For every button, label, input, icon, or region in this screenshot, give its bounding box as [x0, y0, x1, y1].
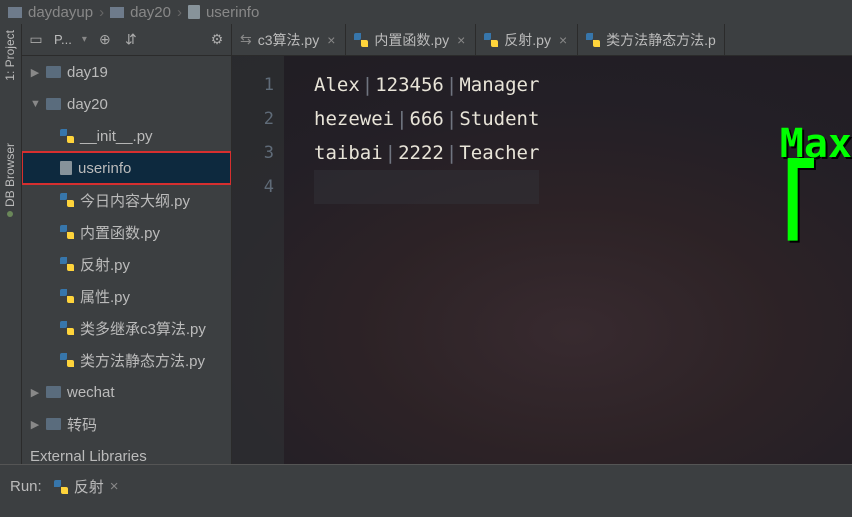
breadcrumb-folder[interactable]: day20 — [130, 4, 171, 21]
tree-folder-trans[interactable]: ▶ 转码 — [22, 408, 231, 440]
project-dropdown[interactable]: P... — [54, 32, 72, 47]
python-icon — [586, 33, 600, 47]
project-toolbar: ▭ P... ▾ ⊕ ⇵ ⚙ — [22, 24, 231, 56]
editor-tab[interactable]: 反射.py × — [476, 24, 578, 56]
tree-label: wechat — [67, 384, 115, 401]
tree-file-userinfo[interactable]: userinfo — [22, 152, 231, 184]
breadcrumb: daydayup › day20 › userinfo — [0, 0, 852, 24]
python-icon — [54, 480, 68, 494]
tree-file-outline[interactable]: 今日内容大纲.py — [22, 184, 231, 216]
folder-icon — [110, 7, 124, 18]
tab-label: 类方法静态方法.p — [606, 30, 716, 50]
watermark: Max ⎡ — [780, 124, 852, 234]
tree-label: 类方法静态方法.py — [80, 350, 205, 371]
chevron-right-icon: ▶ — [30, 418, 40, 431]
project-tool-tab[interactable]: 1: Project — [0, 24, 20, 87]
tree-folder-day19[interactable]: ▶ day19 — [22, 56, 231, 88]
python-icon — [484, 33, 498, 47]
tree-label: day19 — [67, 64, 108, 81]
db-icon — [7, 211, 13, 217]
tool-window-tabs: 1: Project DB Browser — [0, 24, 22, 464]
breadcrumb-file[interactable]: userinfo — [206, 4, 259, 21]
folder-icon — [46, 66, 61, 78]
python-icon — [60, 257, 74, 271]
close-icon[interactable]: × — [455, 32, 467, 48]
python-icon — [60, 321, 74, 335]
locate-icon[interactable]: ⊕ — [97, 32, 113, 48]
line-number: 3 — [232, 136, 274, 170]
python-icon — [60, 353, 74, 367]
python-icon — [60, 193, 74, 207]
tree-label: 反射.py — [80, 254, 130, 275]
window-icon[interactable]: ▭ — [28, 32, 44, 48]
dropdown-icon[interactable]: ▾ — [82, 34, 87, 45]
run-label: Run: — [10, 478, 42, 495]
tab-label: 内置函数.py — [374, 30, 449, 50]
chevron-right-icon: ▶ — [30, 66, 40, 79]
run-tab[interactable]: 反射 × — [54, 476, 119, 497]
collapse-icon[interactable]: ⇵ — [123, 32, 139, 48]
tree-label: 转码 — [67, 414, 97, 435]
close-icon[interactable]: × — [325, 32, 337, 48]
chevron-down-icon: ▼ — [30, 98, 40, 110]
file-icon — [60, 161, 72, 175]
tree-label: 类多继承c3算法.py — [80, 318, 206, 339]
tree-label: 今日内容大纲.py — [80, 190, 190, 211]
folder-icon — [46, 418, 61, 430]
tree-folder-wechat[interactable]: ▶ wechat — [22, 376, 231, 408]
close-icon[interactable]: × — [110, 478, 119, 495]
project-panel: ▭ P... ▾ ⊕ ⇵ ⚙ ▶ day19 ▼ day20 __init__.… — [22, 24, 232, 464]
editor-tab[interactable]: 内置函数.py × — [346, 24, 476, 56]
editor-body[interactable]: 1 2 3 4 Alex|123456|Manager hezewei|666|… — [232, 56, 852, 464]
tab-label: 反射.py — [504, 30, 551, 50]
editor-content[interactable]: Alex|123456|Manager hezewei|666|Student … — [284, 56, 539, 464]
run-tab-label: 反射 — [74, 476, 104, 497]
external-libraries[interactable]: External Libraries — [22, 440, 231, 464]
folder-icon — [8, 7, 22, 18]
tab-label: c3算法.py — [258, 30, 319, 50]
tree-file-static[interactable]: 类方法静态方法.py — [22, 344, 231, 376]
tree-file-attr[interactable]: 属性.py — [22, 280, 231, 312]
line-number: 2 — [232, 102, 274, 136]
editor-tabs: ⇆ c3算法.py × 内置函数.py × 反射.py × 类方法静态方法.p — [232, 24, 852, 56]
tree-file-init[interactable]: __init__.py — [22, 120, 231, 152]
close-icon[interactable]: × — [557, 32, 569, 48]
gutter: 1 2 3 4 — [232, 56, 284, 464]
gear-icon[interactable]: ⚙ — [209, 32, 225, 48]
python-icon — [60, 129, 74, 143]
chevron-right-icon: ▶ — [30, 386, 40, 399]
python-icon — [60, 289, 74, 303]
chevron-right-icon: › — [99, 4, 104, 21]
line-number: 4 — [232, 170, 274, 204]
folder-icon — [46, 386, 61, 398]
editor-area: ⇆ c3算法.py × 内置函数.py × 反射.py × 类方法静态方法.p … — [232, 24, 852, 464]
tree-label: 内置函数.py — [80, 222, 160, 243]
project-tree: ▶ day19 ▼ day20 __init__.py userinfo 今日内… — [22, 56, 231, 464]
python-icon — [60, 225, 74, 239]
db-browser-tool-tab[interactable]: DB Browser — [0, 137, 20, 223]
line-number: 1 — [232, 68, 274, 102]
tree-file-reflect[interactable]: 反射.py — [22, 248, 231, 280]
tree-label: day20 — [67, 96, 108, 113]
editor-tab[interactable]: ⇆ c3算法.py × — [232, 24, 346, 56]
breadcrumb-root[interactable]: daydayup — [28, 4, 93, 21]
editor-tab[interactable]: 类方法静态方法.p — [578, 24, 725, 56]
tree-label: userinfo — [78, 160, 131, 177]
tree-label: 属性.py — [80, 286, 130, 307]
tree-file-builtin[interactable]: 内置函数.py — [22, 216, 231, 248]
run-panel: Run: 反射 × — [0, 464, 852, 508]
tree-label: __init__.py — [80, 128, 153, 145]
python-icon — [354, 33, 368, 47]
folder-icon — [46, 98, 61, 110]
tree-file-mro[interactable]: 类多继承c3算法.py — [22, 312, 231, 344]
tree-folder-day20[interactable]: ▼ day20 — [22, 88, 231, 120]
file-icon — [188, 5, 200, 19]
chevron-right-icon: › — [177, 4, 182, 21]
